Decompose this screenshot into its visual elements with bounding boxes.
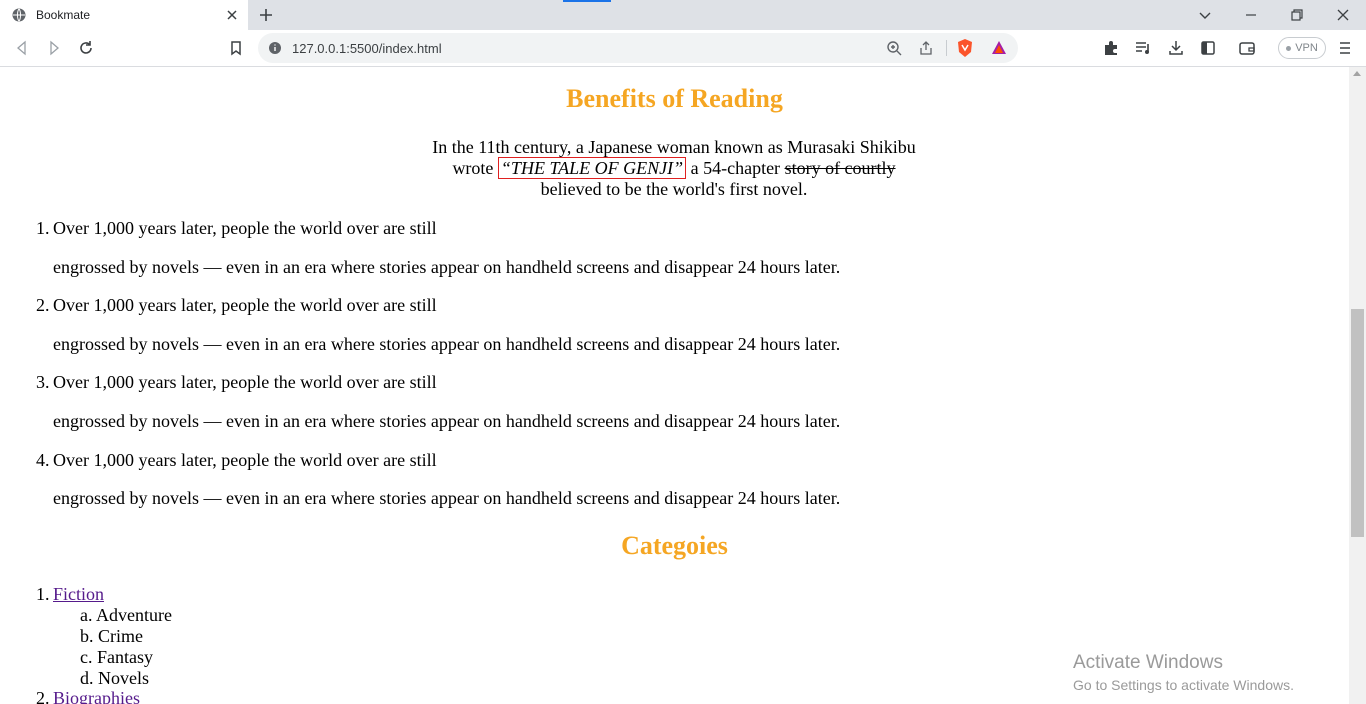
plus-icon[interactable] (257, 6, 275, 24)
vpn-status-dot (1286, 45, 1292, 51)
extensions-icon[interactable] (1102, 39, 1120, 57)
list-number: 2. (36, 688, 50, 704)
chevron-down-icon[interactable] (1195, 5, 1215, 25)
sub-item-fantasy: c. Fantasy (80, 647, 153, 668)
sub-item-novels: d. Novels (80, 668, 149, 689)
globe-icon (12, 8, 26, 22)
intro-text-3: believed to be the world's first novel. (540, 179, 808, 199)
address-bar[interactable]: 127.0.0.1:5500/index.html (258, 33, 1018, 63)
struck-text: story of courtly (784, 158, 896, 178)
list-item-line2: engrossed by novels — even in an era whe… (53, 257, 841, 277)
sidebar-icon[interactable] (1199, 39, 1217, 57)
close-icon[interactable] (224, 7, 240, 23)
list-item-line1: Over 1,000 years later, people the world… (53, 372, 437, 392)
wallet-icon[interactable] (1238, 39, 1256, 57)
browser-toolbar: 127.0.0.1:5500/index.html (0, 30, 1366, 67)
benefits-heading: Benefits of Reading (566, 84, 783, 113)
categories-heading: Categoies (621, 531, 728, 560)
activate-windows-subtitle: Go to Settings to activate Windows. (1073, 677, 1294, 693)
list-item-line2: engrossed by novels — even in an era whe… (53, 411, 841, 431)
category-link-biographies[interactable]: Biographies (53, 688, 140, 704)
vertical-scrollbar[interactable] (1349, 67, 1366, 704)
brave-rewards-icon[interactable] (990, 39, 1008, 57)
vpn-button[interactable]: VPN (1278, 37, 1326, 59)
divider (946, 40, 947, 56)
minimize-icon[interactable] (1241, 5, 1261, 25)
scroll-up-arrow-icon[interactable] (1353, 71, 1361, 76)
category-link-fiction[interactable]: Fiction (53, 584, 104, 605)
list-number: 2. (36, 295, 50, 315)
browser-tab[interactable]: Bookmate (0, 0, 248, 30)
title-bar: Bookmate (0, 0, 1366, 30)
tab-title: Bookmate (36, 8, 91, 22)
zoom-icon[interactable] (886, 40, 902, 56)
window-close-icon[interactable] (1333, 5, 1353, 25)
sub-item-crime: b. Crime (80, 626, 143, 647)
sub-marker: d. (80, 668, 94, 688)
list-item-line1: Over 1,000 years later, people the world… (53, 295, 437, 315)
list-number: 3. (36, 372, 50, 392)
info-icon[interactable] (268, 41, 282, 55)
activate-windows-title: Activate Windows (1073, 652, 1223, 673)
playlist-icon[interactable] (1134, 39, 1152, 57)
url-text[interactable]: 127.0.0.1:5500/index.html (292, 41, 442, 56)
forward-icon[interactable] (45, 39, 63, 57)
bookmark-icon[interactable] (227, 39, 245, 57)
sub-marker: c. (80, 647, 93, 667)
brave-shield-icon[interactable] (956, 38, 974, 58)
restore-icon[interactable] (1287, 5, 1307, 25)
vpn-label: VPN (1295, 42, 1318, 54)
sub-label: Crime (98, 626, 143, 646)
back-icon[interactable] (13, 39, 31, 57)
list-number: 4. (36, 450, 50, 470)
list-number: 1. (36, 584, 50, 604)
loading-indicator (563, 0, 611, 2)
sub-item-adventure: a. Adventure (80, 605, 172, 626)
list-number: 1. (36, 218, 50, 238)
list-item-line1: Over 1,000 years later, people the world… (53, 218, 437, 238)
sub-marker: b. (80, 626, 94, 646)
sub-marker: a. (80, 605, 93, 625)
menu-icon[interactable] (1336, 39, 1354, 57)
intro-paragraph: In the 11th century, a Japanese woman kn… (424, 137, 924, 200)
scrollbar-thumb[interactable] (1351, 309, 1364, 537)
reload-icon[interactable] (77, 39, 95, 57)
book-title: “THE TALE OF GENJI” (497, 157, 687, 179)
sub-label: Adventure (96, 605, 172, 625)
list-item-line2: engrossed by novels — even in an era whe… (53, 488, 841, 508)
intro-text-2: a 54-chapter (686, 158, 785, 178)
page-content: Benefits of Reading In the 11th century,… (0, 67, 1349, 704)
list-item-line2: engrossed by novels — even in an era whe… (53, 334, 841, 354)
list-item-line1: Over 1,000 years later, people the world… (53, 450, 437, 470)
download-icon[interactable] (1167, 39, 1185, 57)
share-icon[interactable] (918, 40, 934, 56)
sub-label: Fantasy (97, 647, 153, 667)
sub-label: Novels (98, 668, 149, 688)
